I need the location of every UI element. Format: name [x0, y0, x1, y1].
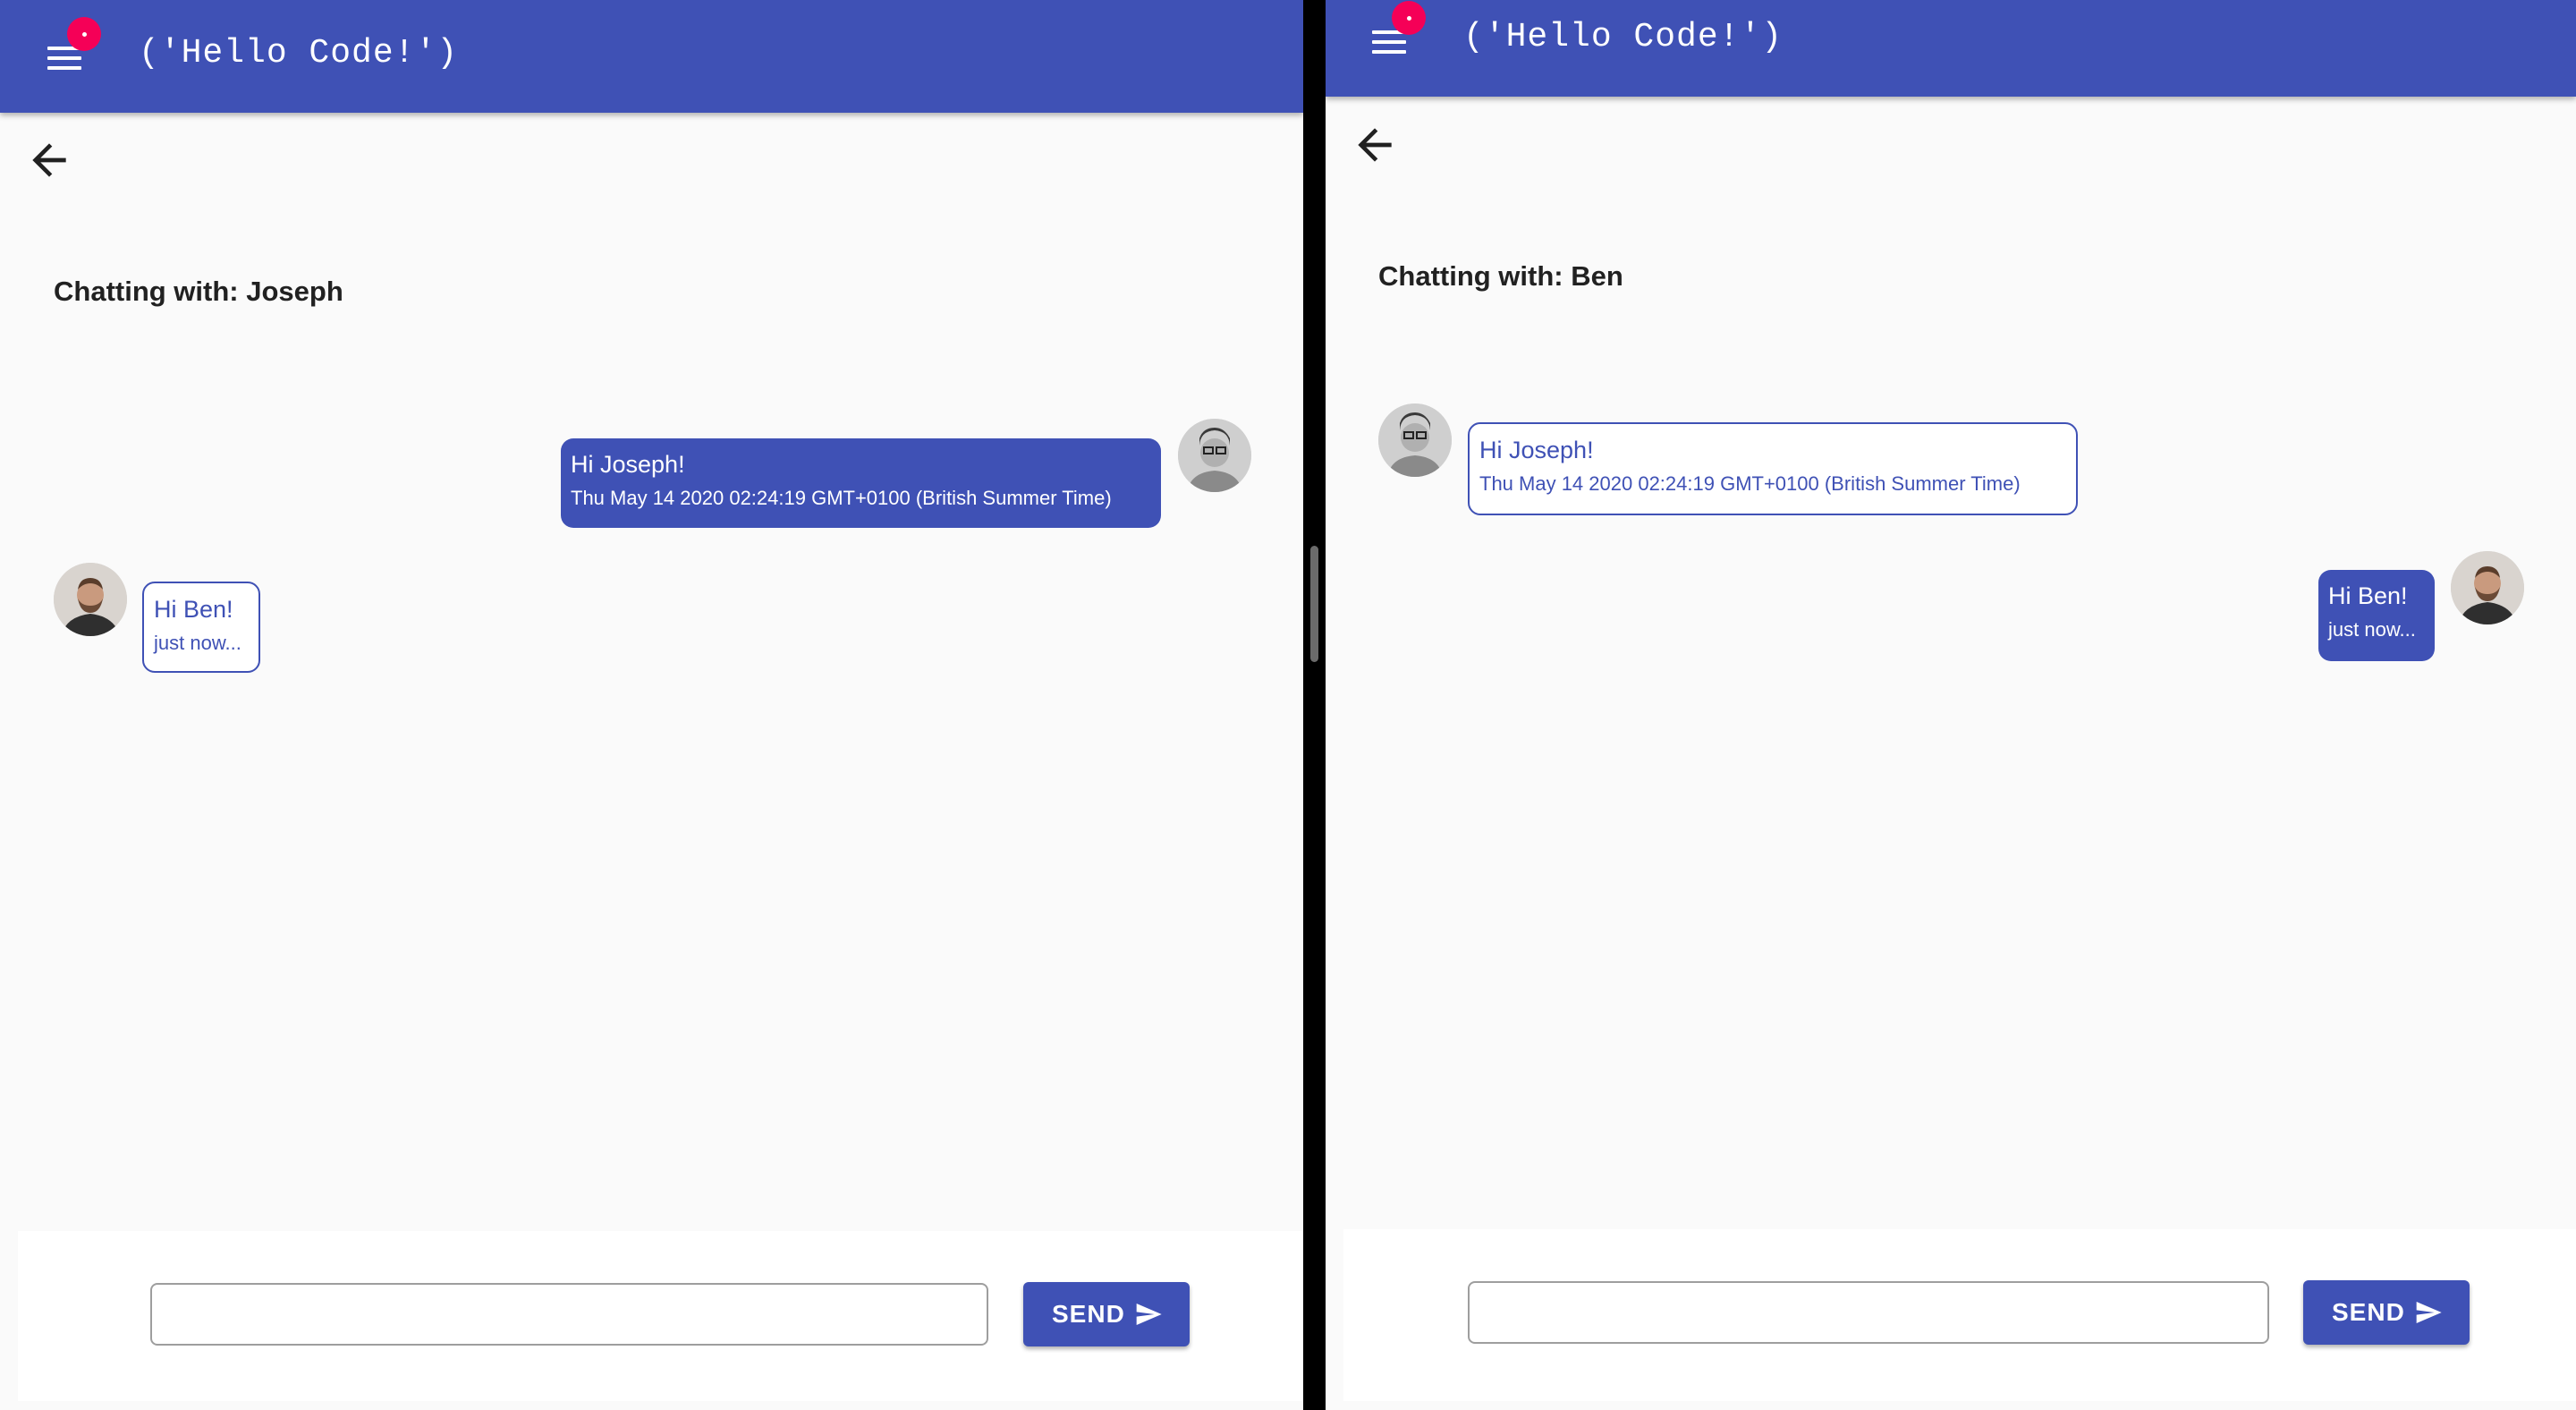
avatar-ben	[54, 563, 127, 636]
window-divider	[1303, 0, 1326, 1410]
chat-heading: Chatting with: Ben	[1378, 260, 1623, 292]
arrow-back-icon	[32, 143, 66, 177]
send-button-label: SEND	[2332, 1298, 2405, 1326]
message-timestamp: Thu May 14 2020 02:24:19 GMT+0100 (Briti…	[571, 487, 1112, 509]
chat-heading: Chatting with: Joseph	[54, 276, 343, 307]
message-text: Hi Joseph!	[1479, 437, 1594, 463]
message-bubble-sent: Hi Joseph! Thu May 14 2020 02:24:19 GMT+…	[561, 438, 1161, 528]
message-bubble-received: Hi Ben! just now...	[142, 582, 260, 673]
arrow-back-icon	[1358, 128, 1392, 162]
app-title: ('Hello Code!')	[139, 34, 459, 72]
chat-window-left: ('Hello Code!') Chatting with: Joseph Hi…	[0, 0, 1303, 1410]
send-button-label: SEND	[1052, 1300, 1125, 1328]
message-bubble-received: Hi Joseph! Thu May 14 2020 02:24:19 GMT+…	[1468, 422, 2078, 515]
message-text: Hi Joseph!	[571, 451, 685, 478]
send-icon	[2416, 1302, 2442, 1323]
message-text: Hi Ben!	[154, 596, 233, 623]
back-button[interactable]	[1350, 120, 1400, 170]
chat-window-right: ('Hello Code!') Chatting with: Ben Hi Jo…	[1326, 0, 2576, 1410]
message-composer: SEND	[18, 1231, 1303, 1401]
notification-badge	[67, 17, 101, 51]
menu-icon	[1372, 30, 1406, 54]
message-bubble-sent: Hi Ben! just now...	[2318, 570, 2435, 661]
avatar-joseph	[1378, 403, 1452, 477]
message-timestamp: Thu May 14 2020 02:24:19 GMT+0100 (Briti…	[1479, 472, 2021, 495]
message-composer: SEND	[1343, 1229, 2576, 1401]
message-text: Hi Ben!	[2328, 582, 2408, 609]
app-bar: ('Hello Code!')	[1326, 0, 2576, 97]
notification-badge	[1392, 1, 1426, 35]
send-icon	[1136, 1304, 1162, 1325]
menu-icon	[47, 47, 81, 70]
send-button[interactable]: SEND	[2303, 1280, 2470, 1345]
message-timestamp: just now...	[154, 632, 242, 654]
message-input[interactable]	[1468, 1281, 2269, 1344]
send-button[interactable]: SEND	[1023, 1282, 1190, 1346]
avatar-joseph	[1178, 419, 1251, 492]
app-title: ('Hello Code!')	[1463, 18, 1784, 56]
message-input[interactable]	[150, 1283, 988, 1346]
message-timestamp: just now...	[2328, 618, 2416, 641]
divider-handle[interactable]	[1310, 546, 1318, 662]
app-bar: ('Hello Code!')	[0, 0, 1303, 113]
back-button[interactable]	[24, 135, 74, 185]
avatar-ben	[2451, 551, 2524, 624]
